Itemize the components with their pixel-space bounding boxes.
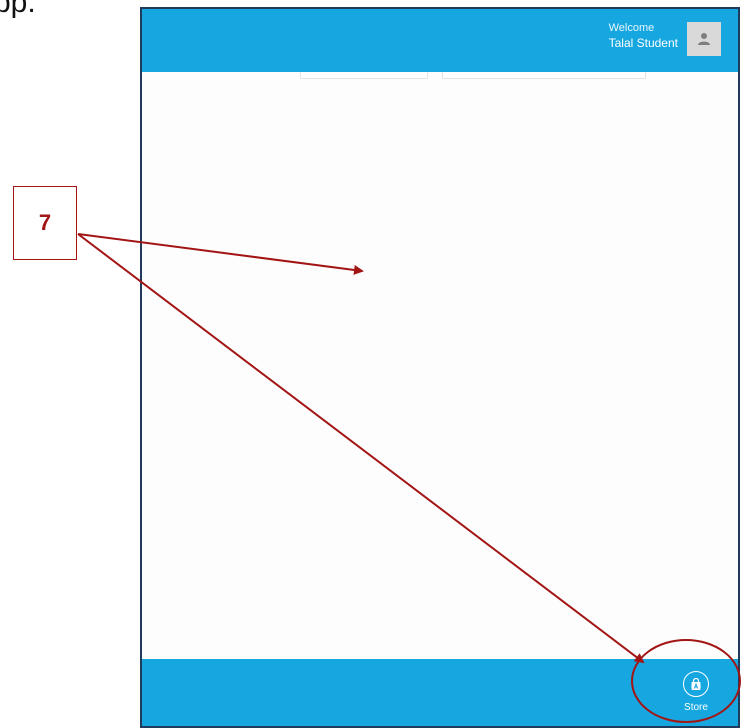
welcome-label: Welcome [608,22,655,34]
top-app-bar: Welcome Talal Student [142,9,738,72]
tab-outline-left [300,72,428,79]
store-label: Store [684,702,708,713]
bottom-app-bar: Store [142,659,738,726]
store-bag-icon [683,671,709,697]
step-callout-box: 7 [13,186,77,260]
step-number: 7 [38,210,52,235]
welcome-block: Welcome Talal Student [609,21,678,51]
document-caption-fragment: pp. [0,0,36,19]
user-avatar-icon[interactable] [687,22,721,56]
tab-outline-right [442,72,646,79]
store-button[interactable]: Store [674,671,718,713]
tablet-app-screen: Welcome Talal Student Store [140,7,740,728]
user-name: Talal Student [608,36,678,50]
